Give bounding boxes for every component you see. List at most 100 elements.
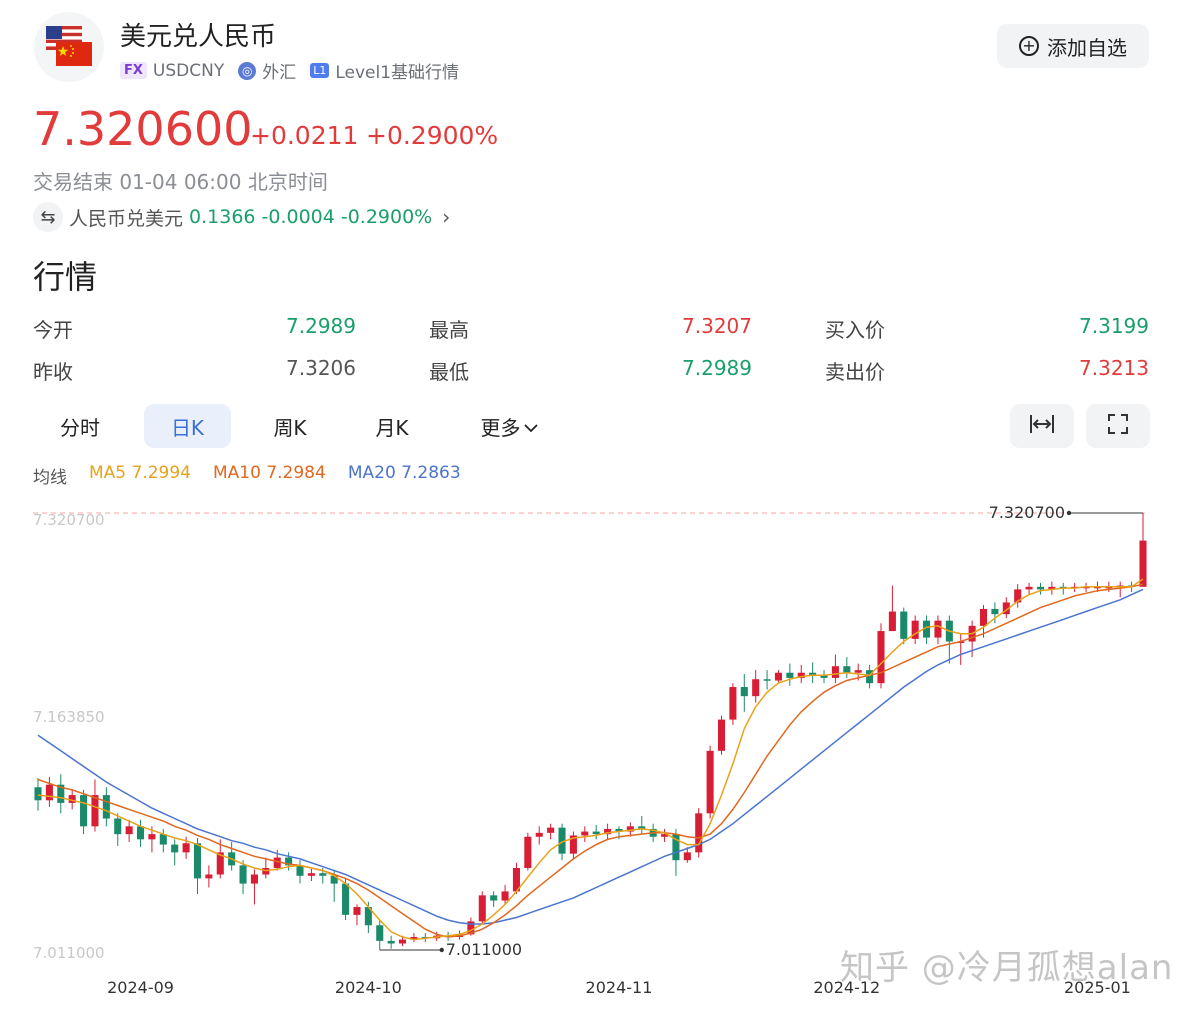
plus-circle-icon: + [1019,36,1039,56]
candle-body [125,826,133,835]
candle-body [763,679,771,681]
instrument-tags: FX USDCNY ◎ 外汇 L1 Level1基础行情 [120,58,459,83]
fit-width-button[interactable] [1010,404,1074,448]
candle-body [376,925,384,941]
candle-body [831,666,839,678]
tab-more-label: 更多 [480,415,521,440]
ask-value: 7.3213 [1079,356,1149,380]
stats-row: 昨收 7.3206 最低 7.2989 卖出价 7.3213 [33,356,1149,388]
symbol-tag: FX USDCNY [120,61,224,81]
candle-body [102,795,110,819]
tab-daily[interactable]: 日K [144,404,231,448]
chevron-down-icon [523,414,538,438]
candle-body [80,795,88,827]
candle-body [854,670,862,673]
currency-flags-icon [34,12,104,82]
x-tick-label: 2024-09 [107,978,174,997]
candle-body [353,907,361,915]
candle-body [296,865,304,876]
candle-body [148,834,156,840]
candle-body [171,844,179,853]
candle-body [45,784,53,801]
open-label: 今开 [33,318,73,342]
ma10-legend: MA10 7.2984 [213,463,326,483]
ma20-legend: MA20 7.2863 [347,463,461,483]
candle-body [114,818,122,835]
candle-body [979,608,988,626]
chevron-right-icon: › [442,205,451,229]
period-tabs: 分时 日K 周K 月K 更多 [33,404,593,448]
tab-intraday[interactable]: 分时 [33,404,127,448]
candle-body [592,831,600,835]
price-change-percent: +0.2900% [366,121,499,150]
last-price: 7.320600 [33,102,253,156]
level1-icon: L1 [310,63,330,78]
market-tag: ◎ 外汇 [238,58,296,83]
inverse-pair-label: 人民币兑美元 [69,207,184,230]
candle-body [342,883,350,915]
inverse-price: 0.1366 [189,206,256,228]
candle-body [319,873,327,876]
ma-legend: 均线 MA5 7.2994 MA10 7.2984 MA20 7.2863 [33,463,461,488]
inverse-pair-link[interactable]: ⇆ 人民币兑美元 0.1366 -0.0004 -0.2900% › [33,202,450,232]
axis-mid-label: 7.163850 [33,708,105,726]
symbol-label: USDCNY [152,60,225,81]
candle-body [1025,586,1033,590]
candle-body [307,873,315,876]
candle-body [888,611,896,632]
fx-icon: FX [120,62,147,79]
candle-body [900,611,908,639]
high-marker-dot [1066,510,1072,516]
high-value: 7.3207 [682,314,752,338]
fit-width-icon [1029,413,1055,439]
candle-body [729,687,737,720]
section-title: 行情 [33,258,98,296]
candle-body [752,679,760,697]
low-marker-label: 7.011000 [446,940,522,959]
add-watchlist-label: 添加自选 [1047,35,1127,60]
candle-body [34,787,42,801]
ma10-line [37,583,1144,938]
high-label: 最高 [429,318,469,342]
ask-label: 卖出价 [825,360,885,384]
high-marker-label: 7.320700 [989,503,1065,522]
low-value: 7.2989 [682,356,752,380]
candle-body [683,852,691,861]
tab-monthly[interactable]: 月K [349,404,435,448]
prev-close-value: 7.3206 [286,356,356,380]
candle-body [535,832,543,837]
tab-more[interactable]: 更多 [459,404,559,448]
x-tick-label: 2024-11 [586,978,653,997]
candle-body [547,827,555,833]
candle-body [250,874,258,884]
candle-body [1036,586,1045,590]
candle-body [991,608,999,615]
low-label: 最低 [429,360,469,384]
instrument-title: 美元兑人民币 [120,22,277,52]
candlestick-chart[interactable]: 7.320700 7.163850 7.011000 7.320700 7.01… [0,490,1200,1009]
candle-body [581,831,589,836]
open-value: 7.2989 [286,314,356,338]
candle-body [695,813,703,853]
axis-bottom-label: 7.011000 [33,944,105,962]
swap-icon: ⇆ [33,202,63,232]
candle-body [877,631,885,684]
tab-weekly[interactable]: 周K [247,404,333,448]
candle-body [193,843,202,879]
fullscreen-button[interactable] [1086,404,1150,448]
candle-body [136,826,145,840]
add-watchlist-button[interactable]: + 添加自选 [997,24,1149,68]
ma-legend-title: 均线 [33,468,67,488]
candles [34,513,1147,950]
prev-close-label: 昨收 [33,360,73,384]
candle-body [239,865,247,884]
stats-row: 今开 7.2989 最高 7.3207 买入价 7.3199 [33,314,1149,346]
candle-body [740,687,748,697]
candle-body [387,940,395,944]
inverse-change-percent: -0.2900% [340,206,433,228]
session-status: 交易结束 01-04 06:00 北京时间 [33,170,328,194]
ma20-line [37,588,1144,925]
level-tag: L1 Level1基础行情 [310,58,459,83]
candle-body [934,620,942,638]
bid-label: 买入价 [825,318,885,342]
